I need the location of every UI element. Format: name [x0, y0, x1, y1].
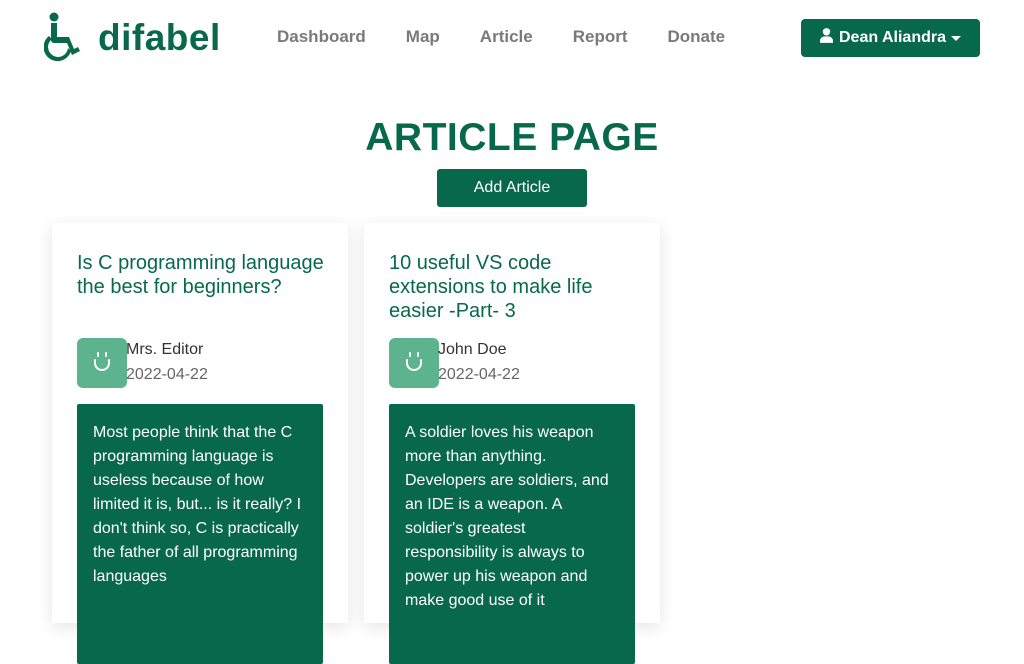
nav-report[interactable]: Report — [573, 27, 628, 47]
nav-donate[interactable]: Donate — [668, 27, 726, 47]
article-excerpt: A soldier loves his weapon more than any… — [389, 404, 635, 664]
smiley-icon — [402, 349, 426, 378]
article-date: 2022-04-22 — [438, 366, 520, 383]
page-title: ARTICLE PAGE — [365, 116, 659, 159]
caret-down-icon — [951, 35, 961, 41]
main-nav: Dashboard Map Article Report Donate — [277, 27, 765, 47]
brand-name: difabel — [98, 16, 221, 58]
article-date: 2022-04-22 — [126, 366, 208, 383]
article-card: Is C programming language the best for b… — [52, 223, 348, 664]
article-excerpt: Most people think that the C programming… — [77, 404, 323, 664]
article-author: John Doe — [438, 341, 507, 358]
nav-map[interactable]: Map — [406, 27, 440, 47]
user-icon — [820, 28, 839, 48]
wheelchair-icon — [44, 12, 90, 62]
avatar — [77, 338, 127, 388]
brand-logo-link[interactable]: difabel — [44, 12, 221, 62]
add-article-button[interactable]: Add Article — [437, 169, 587, 207]
article-card: 10 useful VS code extensions to make lif… — [364, 223, 660, 664]
nav-article[interactable]: Article — [480, 27, 533, 47]
article-author: Mrs. Editor — [126, 341, 204, 358]
user-menu-dropdown[interactable]: Dean Aliandra — [801, 19, 980, 57]
smiley-icon — [90, 349, 114, 378]
user-name: Dean Aliandra — [839, 29, 946, 46]
top-navbar: difabel Dashboard Map Article Report Don… — [0, 0, 1024, 75]
article-title[interactable]: Is C programming language the best for b… — [77, 251, 327, 299]
avatar — [389, 338, 439, 388]
nav-dashboard[interactable]: Dashboard — [277, 27, 366, 47]
article-title[interactable]: 10 useful VS code extensions to make lif… — [389, 251, 639, 323]
